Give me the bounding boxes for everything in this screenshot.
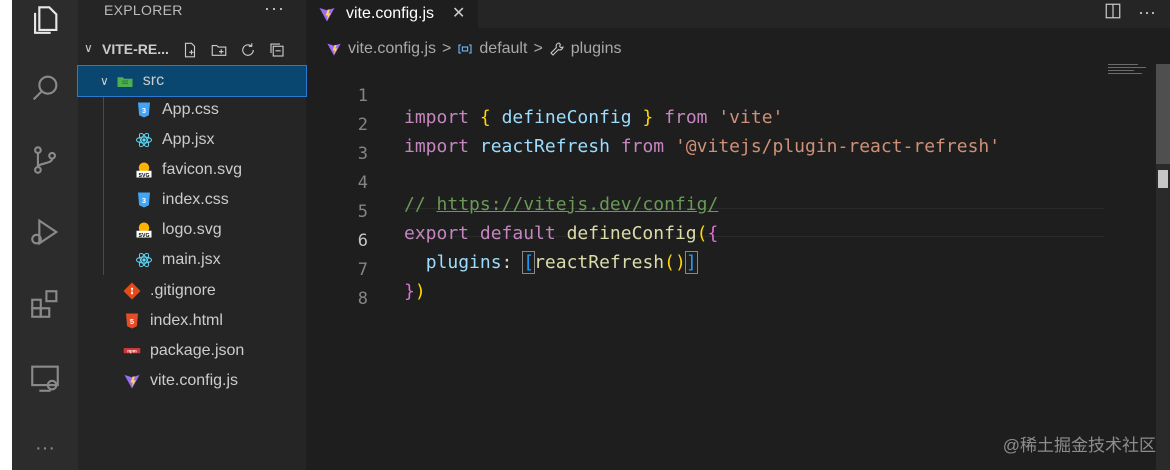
css-file-icon: 3	[134, 190, 154, 210]
tree-item-label: .gitignore	[150, 282, 216, 299]
react-file-icon	[134, 130, 154, 150]
extensions-icon[interactable]	[25, 284, 65, 324]
collapse-all-icon[interactable]	[267, 40, 287, 60]
watermark: @稀土掘金技术社区	[1002, 436, 1156, 455]
tab-bar: vite.config.js ✕ ···	[306, 0, 1170, 28]
tree-item-vite-config[interactable]: vite.config.js	[78, 366, 306, 396]
tree-item-app-css[interactable]: 3 App.css	[78, 95, 306, 125]
symbol-variable-icon	[457, 40, 475, 58]
npm-file-icon: npm	[122, 341, 142, 361]
left-edge	[0, 0, 12, 470]
run-debug-icon[interactable]	[25, 212, 65, 252]
tree-item-index-html[interactable]: 5 index.html	[78, 306, 306, 336]
tree-item-label: index.css	[162, 191, 229, 208]
css-file-icon: 3	[134, 100, 154, 120]
tree-item-label: App.jsx	[162, 131, 215, 148]
breadcrumb-symbol-default[interactable]: default	[479, 40, 527, 58]
line-number: 8	[357, 289, 368, 309]
breadcrumb-separator: >	[442, 40, 452, 57]
tree-item-label: src	[142, 72, 165, 89]
breadcrumb-file[interactable]: vite.config.js	[348, 40, 436, 58]
explorer-files-icon[interactable]	[25, 0, 65, 40]
tree-item-favicon-svg[interactable]: SVG favicon.svg	[78, 155, 306, 185]
vite-file-icon	[326, 40, 344, 58]
explorer-more-button[interactable]: ···	[264, 0, 285, 19]
minimap[interactable]	[1108, 64, 1148, 84]
svg-text:SVG: SVG	[138, 173, 149, 179]
code-line: 3	[306, 123, 1106, 164]
tree-item-label: App.css	[162, 101, 219, 118]
refresh-icon[interactable]	[238, 40, 258, 60]
workspace-folder-name: VITE-RE...	[102, 41, 169, 57]
svg-text:npm: npm	[127, 349, 137, 354]
git-file-icon	[122, 281, 142, 301]
source-control-icon[interactable]	[25, 140, 65, 180]
tree-item-label: favicon.svg	[162, 161, 243, 178]
search-icon[interactable]	[25, 68, 65, 108]
tree-item-label: logo.svg	[162, 221, 222, 238]
tree-item-label: main.jsx	[162, 251, 221, 268]
scrollbar-thumb[interactable]	[1156, 64, 1170, 164]
tree-item-src[interactable]: ∨ src	[77, 65, 307, 97]
workspace-folder[interactable]: ∨ VITE-RE...	[78, 36, 306, 64]
tree-item-label: vite.config.js	[150, 372, 239, 389]
close-icon[interactable]: ✕	[452, 3, 465, 23]
tree-item-logo-svg[interactable]: SVG logo.svg	[78, 215, 306, 245]
tab-label: vite.config.js	[346, 5, 435, 22]
code-line: 8	[306, 268, 1106, 309]
new-folder-icon[interactable]	[209, 40, 229, 60]
code-line: 1 import { defineConfig } from 'vite'	[306, 65, 1106, 128]
tree-item-index-css[interactable]: 3 index.css	[78, 185, 306, 215]
wrench-icon	[549, 40, 567, 58]
folder-src-icon	[115, 71, 135, 91]
new-file-icon[interactable]	[180, 40, 200, 60]
react-file-icon	[134, 250, 154, 270]
code-line: 4 // https://vitejs.dev/config/	[306, 152, 1106, 215]
breadcrumb-separator: >	[533, 40, 543, 57]
tree-item-main-jsx[interactable]: main.jsx	[78, 245, 306, 275]
explorer-title: EXPLORER	[104, 2, 183, 18]
editor-more-icon[interactable]: ···	[1138, 2, 1156, 25]
code-editor[interactable]: 1 import { defineConfig } from 'vite' 2 …	[306, 62, 1170, 470]
tree-item-app-jsx[interactable]: App.jsx	[78, 125, 306, 155]
vite-file-icon	[122, 371, 142, 391]
svg-text:5: 5	[130, 317, 134, 326]
code-line: 2 import reactRefresh from '@vitejs/plug…	[306, 94, 1106, 157]
tab-vite-config[interactable]: vite.config.js ✕	[306, 0, 478, 28]
tree-item-label: package.json	[150, 342, 245, 359]
svg-text:3: 3	[142, 106, 146, 115]
breadcrumb-symbol-plugins[interactable]: plugins	[571, 40, 622, 58]
more-icon[interactable]: ···	[25, 428, 65, 468]
tree-item-label: index.html	[150, 312, 223, 329]
html-file-icon: 5	[122, 311, 142, 331]
code-line: 7 })	[306, 239, 1106, 302]
vite-file-icon	[318, 4, 338, 24]
remote-explorer-icon[interactable]	[25, 358, 65, 398]
svg-text:SVG: SVG	[138, 233, 149, 239]
activity-bar: ···	[12, 0, 78, 470]
split-editor-icon[interactable]	[1104, 2, 1122, 25]
tree-item-gitignore[interactable]: .gitignore	[78, 276, 306, 306]
chevron-down-icon: ∨	[84, 41, 93, 55]
explorer-sidebar: EXPLORER ··· ∨ VITE-RE... ∨ src 3 App.cs…	[77, 0, 307, 470]
cursor-position-marker	[1158, 170, 1168, 188]
tree-item-package-json[interactable]: npm package.json	[78, 336, 306, 366]
code-line: 6 plugins: [reactRefresh()]	[306, 210, 1106, 274]
chevron-down-icon: ∨	[100, 74, 109, 88]
svg-file-icon: SVG	[134, 160, 154, 180]
svg-file-icon: SVG	[134, 220, 154, 240]
breadcrumb: vite.config.js > default > plugins	[326, 38, 621, 60]
code-line: 5 export default defineConfig({	[306, 181, 1106, 244]
svg-text:3: 3	[142, 196, 146, 205]
